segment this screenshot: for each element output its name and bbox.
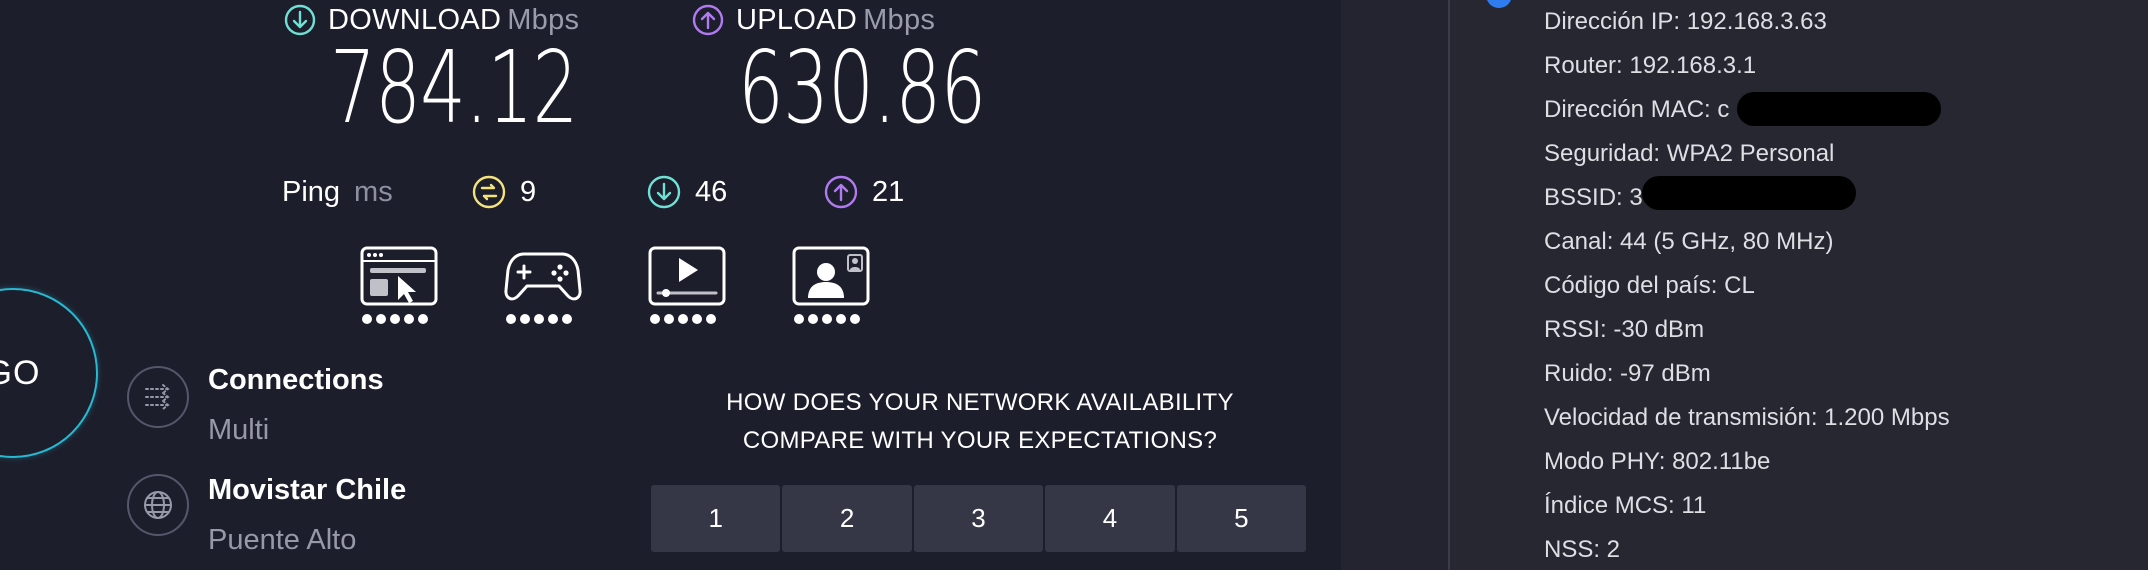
go-button[interactable]: GO bbox=[0, 288, 98, 458]
provider-name: Movistar Chile bbox=[208, 474, 407, 506]
video-calling-icon bbox=[792, 246, 870, 328]
mac-redaction bbox=[1737, 92, 1941, 126]
wifi-phy-mode: Modo PHY: 802.11be bbox=[1544, 448, 1771, 475]
ping-upload: 21 bbox=[824, 168, 904, 216]
survey-question: HOW DOES YOUR NETWORK AVAILABILITY COMPA… bbox=[650, 384, 1310, 460]
wifi-ip-address: Dirección IP: 192.168.3.63 bbox=[1544, 8, 1827, 35]
globe-icon bbox=[127, 474, 189, 536]
ping-label-row: Ping ms bbox=[282, 168, 393, 216]
ping-idle-value: 9 bbox=[520, 175, 537, 208]
connections-icon[interactable] bbox=[127, 366, 189, 428]
upload-arrow-icon bbox=[692, 4, 724, 36]
video-streaming-icon bbox=[648, 246, 726, 328]
upload-latency-icon bbox=[824, 175, 858, 209]
wifi-router: Router: 192.168.3.1 bbox=[1544, 52, 1757, 79]
connections-title: Connections bbox=[208, 364, 384, 396]
wifi-rssi: RSSI: -30 dBm bbox=[1544, 316, 1705, 343]
gaming-icon bbox=[504, 246, 582, 328]
ping-upload-value: 21 bbox=[872, 175, 905, 208]
screen: DOWNLOAD Mbps 784.12 UPLOAD Mbps 630.86 … bbox=[0, 0, 2148, 570]
wifi-bssid: BSSID: 3 bbox=[1544, 184, 1643, 211]
upload-value: 630.86 bbox=[738, 29, 986, 146]
network-indicator-icon bbox=[1486, 0, 1512, 8]
survey-question-line1: HOW DOES YOUR NETWORK AVAILABILITY bbox=[726, 389, 1234, 416]
ping-download-value: 46 bbox=[695, 175, 728, 208]
ping-download: 46 bbox=[647, 168, 727, 216]
connections-value[interactable]: Multi bbox=[208, 414, 269, 447]
go-button-label: GO bbox=[0, 353, 41, 392]
provider-location[interactable]: Puente Alto bbox=[208, 524, 356, 557]
wifi-mac-address: Dirección MAC: c bbox=[1544, 96, 1730, 123]
wifi-security: Seguridad: WPA2 Personal bbox=[1544, 140, 1835, 167]
survey-question-line2: COMPARE WITH YOUR EXPECTATIONS? bbox=[742, 427, 1218, 454]
wifi-channel: Canal: 44 (5 GHz, 80 MHz) bbox=[1544, 228, 1834, 255]
speedtest-panel: DOWNLOAD Mbps 784.12 UPLOAD Mbps 630.86 … bbox=[0, 0, 1341, 570]
ping-idle: 9 bbox=[472, 168, 536, 216]
wifi-country-code: Código del país: CL bbox=[1544, 272, 1755, 299]
rating-option-3[interactable]: 3 bbox=[913, 485, 1044, 552]
idle-latency-icon bbox=[472, 175, 506, 209]
wifi-nss: NSS: 2 bbox=[1544, 536, 1621, 563]
download-arrow-icon bbox=[284, 4, 316, 36]
wifi-tx-rate: Velocidad de transmisión: 1.200 Mbps bbox=[1544, 404, 1950, 431]
wifi-noise: Ruido: -97 dBm bbox=[1544, 360, 1711, 387]
bssid-redaction bbox=[1642, 176, 1856, 210]
window-gap bbox=[1341, 0, 1449, 570]
survey-rating: 1 2 3 4 5 bbox=[651, 485, 1307, 552]
rating-option-5[interactable]: 5 bbox=[1176, 485, 1307, 552]
rating-option-1[interactable]: 1 bbox=[651, 485, 781, 552]
rating-option-2[interactable]: 2 bbox=[782, 485, 912, 552]
wifi-details-panel: Dirección IP: 192.168.3.63 Router: 192.1… bbox=[1450, 0, 2148, 570]
ping-unit: ms bbox=[354, 175, 393, 208]
ping-label: Ping bbox=[282, 175, 341, 208]
wifi-mcs-index: Índice MCS: 11 bbox=[1544, 492, 1707, 519]
rating-option-4[interactable]: 4 bbox=[1045, 485, 1175, 552]
web-browsing-icon bbox=[360, 246, 438, 328]
download-latency-icon bbox=[647, 175, 681, 209]
download-value: 784.12 bbox=[330, 29, 578, 146]
